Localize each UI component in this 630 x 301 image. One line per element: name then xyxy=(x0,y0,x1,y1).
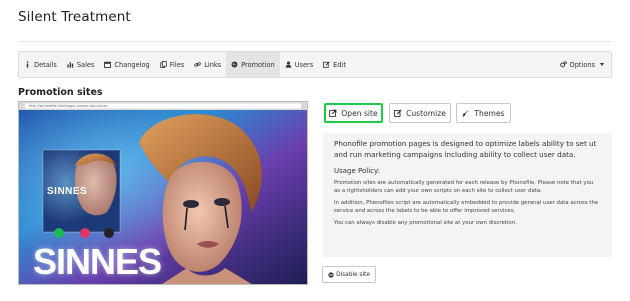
title-divider xyxy=(18,41,612,42)
options-dropdown[interactable]: Options xyxy=(555,52,611,77)
open-site-label: Open site xyxy=(341,108,378,118)
globe-icon xyxy=(231,61,238,68)
preview-album-title: SINNES xyxy=(47,186,88,197)
caret-down-icon xyxy=(600,63,604,66)
nav-edit[interactable]: Edit xyxy=(318,52,351,77)
options-label: Options xyxy=(569,60,595,69)
link-icon xyxy=(194,61,201,68)
page-title: Silent Treatment xyxy=(18,9,131,25)
nav-files-label: Files xyxy=(169,60,185,69)
promotion-site-preview: http://phonofile.link/begin-simple-and-m… xyxy=(18,101,308,285)
nav-users-label: Users xyxy=(294,60,314,69)
nav-changelog-label: Changelog xyxy=(114,60,150,69)
themes-button[interactable]: Themes xyxy=(456,103,511,123)
files-icon xyxy=(160,61,167,68)
open-site-button[interactable]: Open site xyxy=(324,103,383,123)
nav-edit-label: Edit xyxy=(333,60,346,69)
nav-details[interactable]: Details xyxy=(19,52,62,77)
edit-icon xyxy=(323,61,330,68)
disable-site-label: Disable site xyxy=(336,271,370,278)
calendar-icon xyxy=(104,61,112,68)
nav-sales-label: Sales xyxy=(76,60,95,69)
info-lead-text: Phonofile promotion pages is designed to… xyxy=(334,139,597,159)
info-icon xyxy=(24,61,31,68)
nav-promotion[interactable]: Promotion xyxy=(226,52,280,77)
nav-sales[interactable]: Sales xyxy=(62,52,100,77)
edit-icon xyxy=(394,109,402,117)
policy-paragraph-1: Promotion sites are automatically genera… xyxy=(334,180,594,194)
nav-users[interactable]: Users xyxy=(280,52,318,77)
customize-label: Customize xyxy=(406,108,446,118)
section-title: Promotion sites xyxy=(18,87,103,98)
promotion-info-panel: Phonofile promotion pages is designed to… xyxy=(323,133,612,257)
release-nav-bar: Details Sales Changelog Files Links Prom… xyxy=(18,51,612,78)
policy-paragraph-2: In addition, Phonofiles script are autom… xyxy=(334,200,599,214)
themes-label: Themes xyxy=(474,108,505,118)
preview-big-title: SINNES xyxy=(33,241,162,282)
nav-links-label: Links xyxy=(204,60,222,69)
nav-details-label: Details xyxy=(34,60,57,69)
customize-button[interactable]: Customize xyxy=(389,103,451,123)
nav-changelog[interactable]: Changelog xyxy=(99,52,154,77)
bar-chart-icon xyxy=(67,61,74,68)
disable-site-button[interactable]: Disable site xyxy=(322,266,376,283)
preview-url-bar: http://phonofile.link/begin-simple-and-m… xyxy=(29,104,108,108)
external-link-icon xyxy=(329,109,337,117)
user-icon xyxy=(285,61,292,68)
nav-links[interactable]: Links xyxy=(189,52,226,77)
gears-icon xyxy=(559,61,567,68)
usage-policy-title: Usage Policy: xyxy=(334,167,381,175)
nav-files[interactable]: Files xyxy=(155,52,189,77)
policy-paragraph-3: You can always disable any promotional s… xyxy=(334,220,517,226)
ban-icon xyxy=(328,271,334,278)
paint-brush-icon xyxy=(462,109,470,117)
nav-promotion-label: Promotion xyxy=(241,60,275,69)
